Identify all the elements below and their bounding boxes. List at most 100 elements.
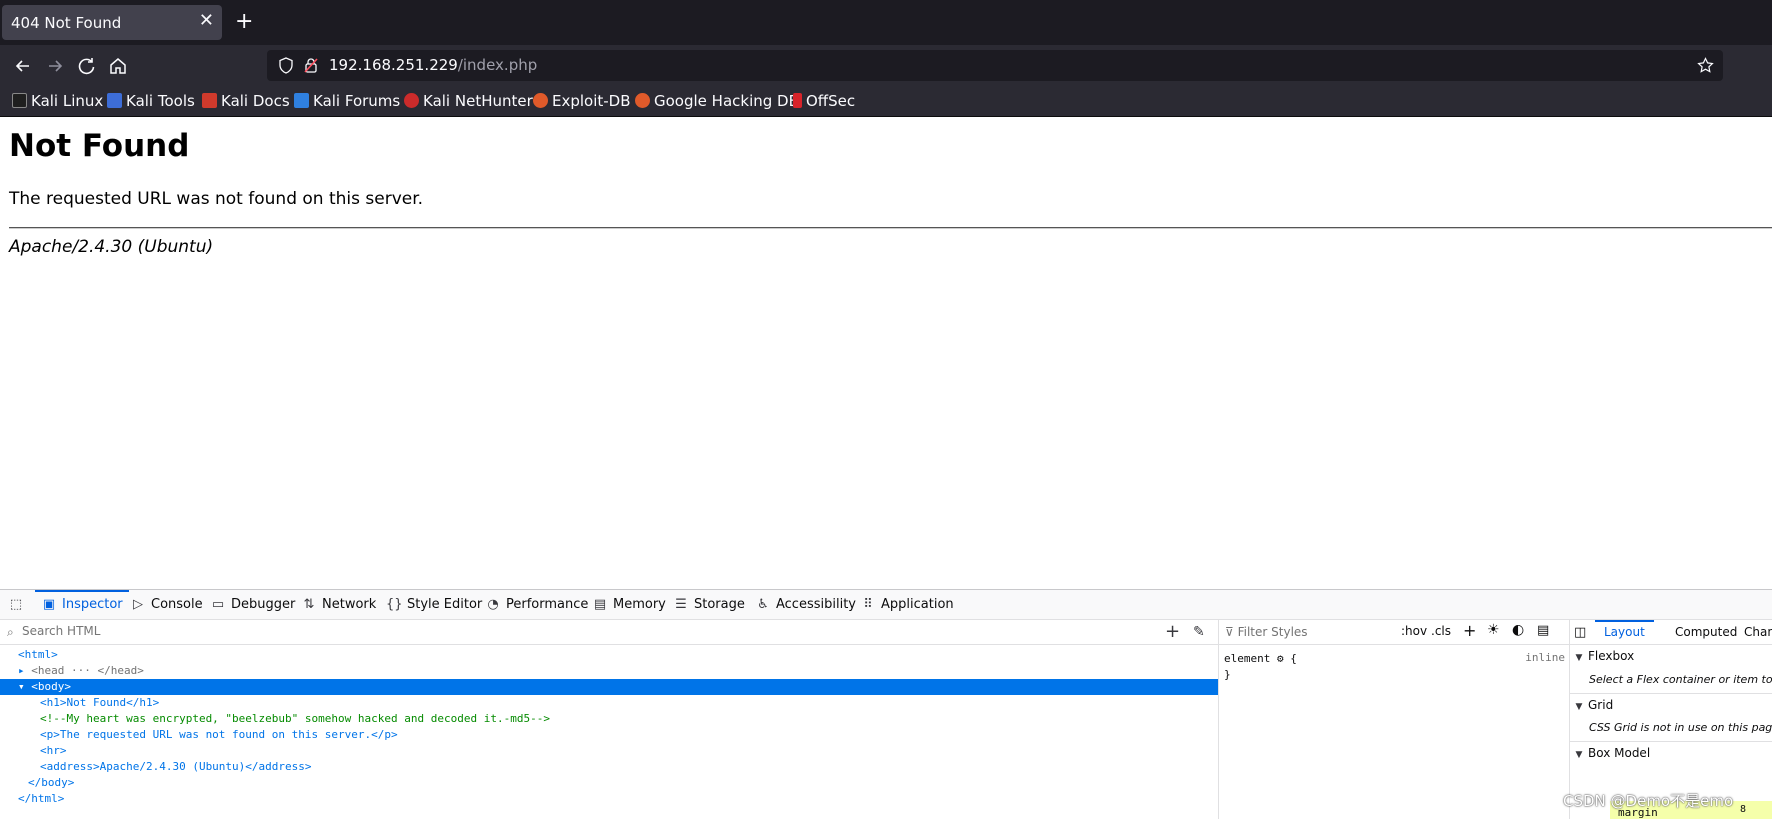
bookmark-star-icon[interactable] <box>1697 57 1714 74</box>
bookmarks-toolbar: Kali Linux Kali Tools Kali Docs Kali For… <box>0 87 1772 117</box>
page-heading: Not Found <box>9 128 190 164</box>
search-html-input[interactable] <box>22 624 1122 638</box>
exploit-db-icon <box>533 93 548 108</box>
reload-button[interactable] <box>74 53 100 79</box>
home-button[interactable] <box>105 53 131 79</box>
cls-toggle[interactable]: .cls <box>1431 624 1451 638</box>
margin-value[interactable]: 8 <box>1740 804 1746 815</box>
markup-node-html-close[interactable]: </html> <box>0 791 1218 807</box>
markup-node-hr[interactable]: <hr> <box>0 743 1218 759</box>
flexbox-message: Select a Flex container or item to c <box>1589 673 1772 686</box>
tab-application[interactable]: ⠿ Application <box>860 590 953 620</box>
expand-arrow-icon[interactable]: ▸ <box>18 664 31 677</box>
network-icon: ⇅ <box>303 597 315 612</box>
tab-performance[interactable]: ◔ Performance <box>485 590 588 620</box>
markup-node-body-close[interactable]: </body> <box>0 775 1218 791</box>
reload-icon <box>78 58 95 75</box>
tab-layout[interactable]: Layout <box>1595 620 1654 645</box>
performance-icon: ◔ <box>487 597 499 612</box>
sidebar-tabs: ◫ Layout Computed Chan <box>1570 620 1772 645</box>
filter-icon: ⊽ <box>1225 625 1238 639</box>
tab-debugger[interactable]: ▭ Debugger <box>210 590 296 620</box>
add-rule-button[interactable]: + <box>1463 621 1476 640</box>
bookmark-kali-forums[interactable]: Kali Forums <box>294 92 400 112</box>
collapse-arrow-icon[interactable]: ▾ <box>18 680 31 693</box>
close-tab-icon[interactable]: ✕ <box>199 11 214 31</box>
bookmark-google-hacking-db[interactable]: Google Hacking DB <box>635 92 799 112</box>
element-picker-button[interactable]: ⬚ <box>8 590 29 620</box>
grid-message: CSS Grid is not in use on this page <box>1589 721 1772 734</box>
tab-memory[interactable]: ▤ Memory <box>592 590 666 620</box>
inspector-icon: ▣ <box>42 597 56 612</box>
insecure-lock-icon[interactable] <box>303 57 319 74</box>
tab-storage[interactable]: ☰ Storage <box>673 590 745 620</box>
navigation-toolbar: 192.168.251.229/index.php <box>0 45 1772 87</box>
bookmark-kali-tools[interactable]: Kali Tools <box>107 92 195 112</box>
memory-icon: ▤ <box>593 597 607 612</box>
html-search-bar: ⌕ + ✎ <box>0 620 1218 645</box>
flexbox-section-header[interactable]: ▼ Flexbox <box>1570 645 1772 667</box>
url-host: 192.168.251.229 <box>329 56 458 74</box>
light-mode-icon[interactable]: ☀ <box>1487 622 1500 638</box>
tab-computed[interactable]: Computed <box>1675 620 1737 645</box>
print-media-icon[interactable]: ▤ <box>1537 623 1549 638</box>
browser-tab[interactable]: 404 Not Found ✕ <box>2 5 222 40</box>
grid-section-header[interactable]: ▼ Grid <box>1570 693 1772 715</box>
tab-bar: 404 Not Found ✕ + <box>0 0 1772 45</box>
server-signature: Apache/2.4.30 (Ubuntu) <box>9 237 214 257</box>
devtools-toolbar: ⬚ ▣ Inspector ▷ Console ▭ Debugger ⇅ Network… <box>0 590 1772 620</box>
shield-icon[interactable] <box>278 57 294 74</box>
bookmark-kali-docs[interactable]: Kali Docs <box>202 92 290 112</box>
kali-docs-icon <box>202 93 217 108</box>
error-message: The requested URL was not found on this … <box>9 189 424 209</box>
url-text[interactable]: 192.168.251.229/index.php <box>329 56 537 74</box>
dark-mode-icon[interactable]: ◐ <box>1512 622 1524 638</box>
markup-node-body[interactable]: ▾ <body> <box>0 679 1218 695</box>
gear-icon[interactable]: ⚙ <box>1277 652 1284 665</box>
page-content: Not Found The requested URL was not foun… <box>0 117 1772 589</box>
tab-style-editor[interactable]: {} Style Editor <box>386 590 482 620</box>
arrow-left-icon <box>15 60 29 72</box>
markup-node-address[interactable]: <address>Apache/2.4.30 (Ubuntu)</address… <box>0 759 1218 775</box>
accessibility-icon: ♿ <box>757 597 769 612</box>
forward-button[interactable] <box>42 53 68 79</box>
nethunter-icon <box>404 93 419 108</box>
tab-changes[interactable]: Chan <box>1744 620 1772 645</box>
offsec-icon <box>793 93 802 108</box>
console-icon: ▷ <box>133 597 143 612</box>
tab-accessibility[interactable]: ♿ Accessibility <box>755 590 856 620</box>
markup-node-p[interactable]: <p>The requested URL was not found on th… <box>0 727 1218 743</box>
box-model-section-header[interactable]: ▼ Box Model <box>1570 741 1772 763</box>
eyedropper-icon[interactable]: ✎ <box>1193 624 1205 640</box>
markup-node-h1[interactable]: <h1>Not Found</h1> <box>0 695 1218 711</box>
style-editor-icon: {} <box>386 597 403 612</box>
kali-forums-icon <box>294 93 309 108</box>
markup-node-comment[interactable]: <!--My heart was encrypted, "beelzebub" … <box>0 711 1218 727</box>
rule-origin: inline <box>1525 651 1565 664</box>
back-button[interactable] <box>10 53 36 79</box>
arrow-right-icon <box>49 60 63 72</box>
kali-tools-icon <box>107 93 122 108</box>
tab-network[interactable]: ⇅ Network <box>301 590 377 620</box>
new-tab-button[interactable]: + <box>235 9 253 35</box>
bookmark-kali-nethunter[interactable]: Kali NetHunter <box>404 92 533 112</box>
debugger-icon: ▭ <box>211 597 225 612</box>
markup-node-html[interactable]: <html> <box>0 647 1218 663</box>
bookmark-exploit-db[interactable]: Exploit-DB <box>533 92 631 112</box>
markup-node-head[interactable]: ▸ <head ··· </head> <box>0 663 1218 679</box>
collapse-arrow-icon: ▼ <box>1575 653 1583 663</box>
bookmark-offsec[interactable]: OffSec <box>793 92 855 112</box>
filter-styles-input[interactable]: ⊽ Filter Styles <box>1225 625 1308 639</box>
home-icon <box>110 58 126 74</box>
tab-inspector[interactable]: ▣ Inspector <box>35 590 129 620</box>
application-icon: ⠿ <box>863 597 873 612</box>
add-node-button[interactable]: + <box>1165 621 1180 642</box>
bookmark-kali-linux[interactable]: Kali Linux <box>12 92 103 112</box>
url-bar[interactable]: 192.168.251.229/index.php <box>267 50 1723 81</box>
sidebar-toggle-icon[interactable]: ◫ <box>1574 620 1586 645</box>
tab-console[interactable]: ▷ Console <box>130 590 203 620</box>
collapse-arrow-icon: ▼ <box>1575 750 1583 760</box>
hov-toggle[interactable]: :hov <box>1401 624 1427 638</box>
element-rule[interactable]: element ⚙ { } <box>1224 651 1297 683</box>
watermark-text: CSDN @Demo不是emo <box>1563 792 1734 810</box>
